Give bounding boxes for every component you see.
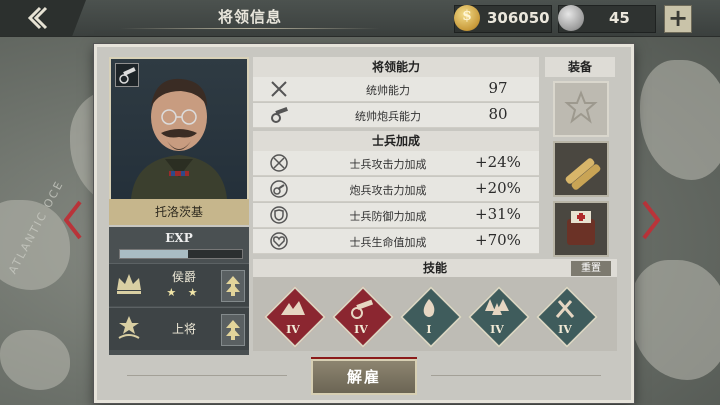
- ability-row: 统帅炮兵能力 80: [253, 103, 539, 128]
- general-name: 托洛茨基: [109, 199, 249, 225]
- dismiss-button[interactable]: 解雇: [311, 359, 417, 395]
- skill-slot[interactable]: I: [399, 285, 463, 349]
- cannon-class-icon: [115, 63, 139, 87]
- noble-title: 侯爵: [171, 270, 196, 284]
- tools-skill-icon: [555, 300, 575, 318]
- noble-title-row: 侯爵 ★ ★: [109, 263, 249, 306]
- bonus-row: 士兵防御力加成 +31%: [253, 203, 539, 228]
- medal-icon: [558, 5, 584, 31]
- add-currency-button[interactable]: +: [664, 5, 692, 33]
- next-general-arrow[interactable]: [642, 200, 661, 240]
- military-rank: 上将: [171, 322, 196, 336]
- abilities-header: 将领能力: [253, 57, 539, 77]
- skill-slot[interactable]: IV: [467, 285, 531, 349]
- binoculars-icon: [565, 158, 601, 190]
- medkit-icon: [567, 211, 595, 245]
- arrow-up-icon: [226, 276, 240, 296]
- top-bar: 将领信息 $ 306050 45 +: [0, 0, 720, 37]
- reset-skills-button[interactable]: 重置: [571, 261, 611, 276]
- exp-bar-fill: [120, 250, 189, 258]
- equipment-slot-medkit[interactable]: [553, 201, 609, 257]
- previous-general-arrow[interactable]: [63, 200, 82, 240]
- general-info-panel: 托洛茨基 EXP 侯爵 ★ ★ 上将 将领能力 统帅能力 97 统帅炮兵能力 8…: [94, 44, 634, 403]
- skill-slot[interactable]: IV: [263, 285, 327, 349]
- artillery-skill-icon: [351, 299, 374, 319]
- arrow-up-icon: [226, 320, 240, 340]
- medal-amount: 45: [609, 9, 630, 27]
- cannon-icon: [269, 105, 289, 125]
- health-bonus-icon: [269, 231, 289, 251]
- military-rank-row: 上将: [109, 307, 249, 350]
- gold-coin-icon: $: [454, 5, 480, 31]
- fire-skill-icon: [423, 299, 435, 317]
- exp-label: EXP: [165, 231, 193, 245]
- bonus-row: 士兵攻击力加成 +24%: [253, 151, 539, 176]
- upgrade-rank-button[interactable]: [221, 314, 245, 346]
- medal-placeholder-icon: [564, 90, 598, 124]
- equipment-slot-medal[interactable]: [553, 81, 609, 137]
- cavalry-charge-icon: [281, 301, 305, 315]
- divider: [431, 375, 601, 376]
- rank-insignia-icon: [113, 312, 145, 344]
- back-arrow-icon: [27, 6, 48, 30]
- skill-slot[interactable]: IV: [535, 285, 599, 349]
- general-rank-panel: EXP 侯爵 ★ ★ 上将: [109, 227, 249, 355]
- equipment-header: 装备: [545, 57, 615, 77]
- forest-skill-icon: [485, 299, 509, 315]
- back-button[interactable]: [0, 0, 86, 36]
- gold-currency: $ 306050: [454, 5, 552, 33]
- crown-icon: [113, 268, 145, 300]
- skills-header: 技能: [253, 259, 617, 277]
- title-stars: ★ ★: [166, 286, 202, 299]
- skill-slot[interactable]: IV: [331, 285, 395, 349]
- ability-row: 统帅能力 97: [253, 77, 539, 102]
- exp-bar: [119, 249, 243, 259]
- page-title: 将领信息: [217, 8, 282, 26]
- divider: [127, 375, 287, 376]
- defense-bonus-icon: [269, 205, 289, 225]
- soldier-bonus-header: 士兵加成: [253, 131, 539, 151]
- upgrade-title-button[interactable]: [221, 270, 245, 302]
- general-portrait: [109, 57, 249, 201]
- chevron-right-icon: [642, 200, 661, 240]
- attack-bonus-icon: [269, 153, 289, 173]
- bonus-row: 炮兵攻击力加成 +20%: [253, 177, 539, 202]
- crossed-swords-icon: [269, 79, 289, 99]
- equipment-slot-binoculars[interactable]: [553, 141, 609, 197]
- medal-currency: 45: [558, 5, 656, 33]
- bonus-row: 士兵生命值加成 +70%: [253, 229, 539, 254]
- gold-amount: 306050: [487, 9, 550, 27]
- chevron-left-icon: [63, 200, 82, 240]
- artillery-bonus-icon: [269, 179, 289, 199]
